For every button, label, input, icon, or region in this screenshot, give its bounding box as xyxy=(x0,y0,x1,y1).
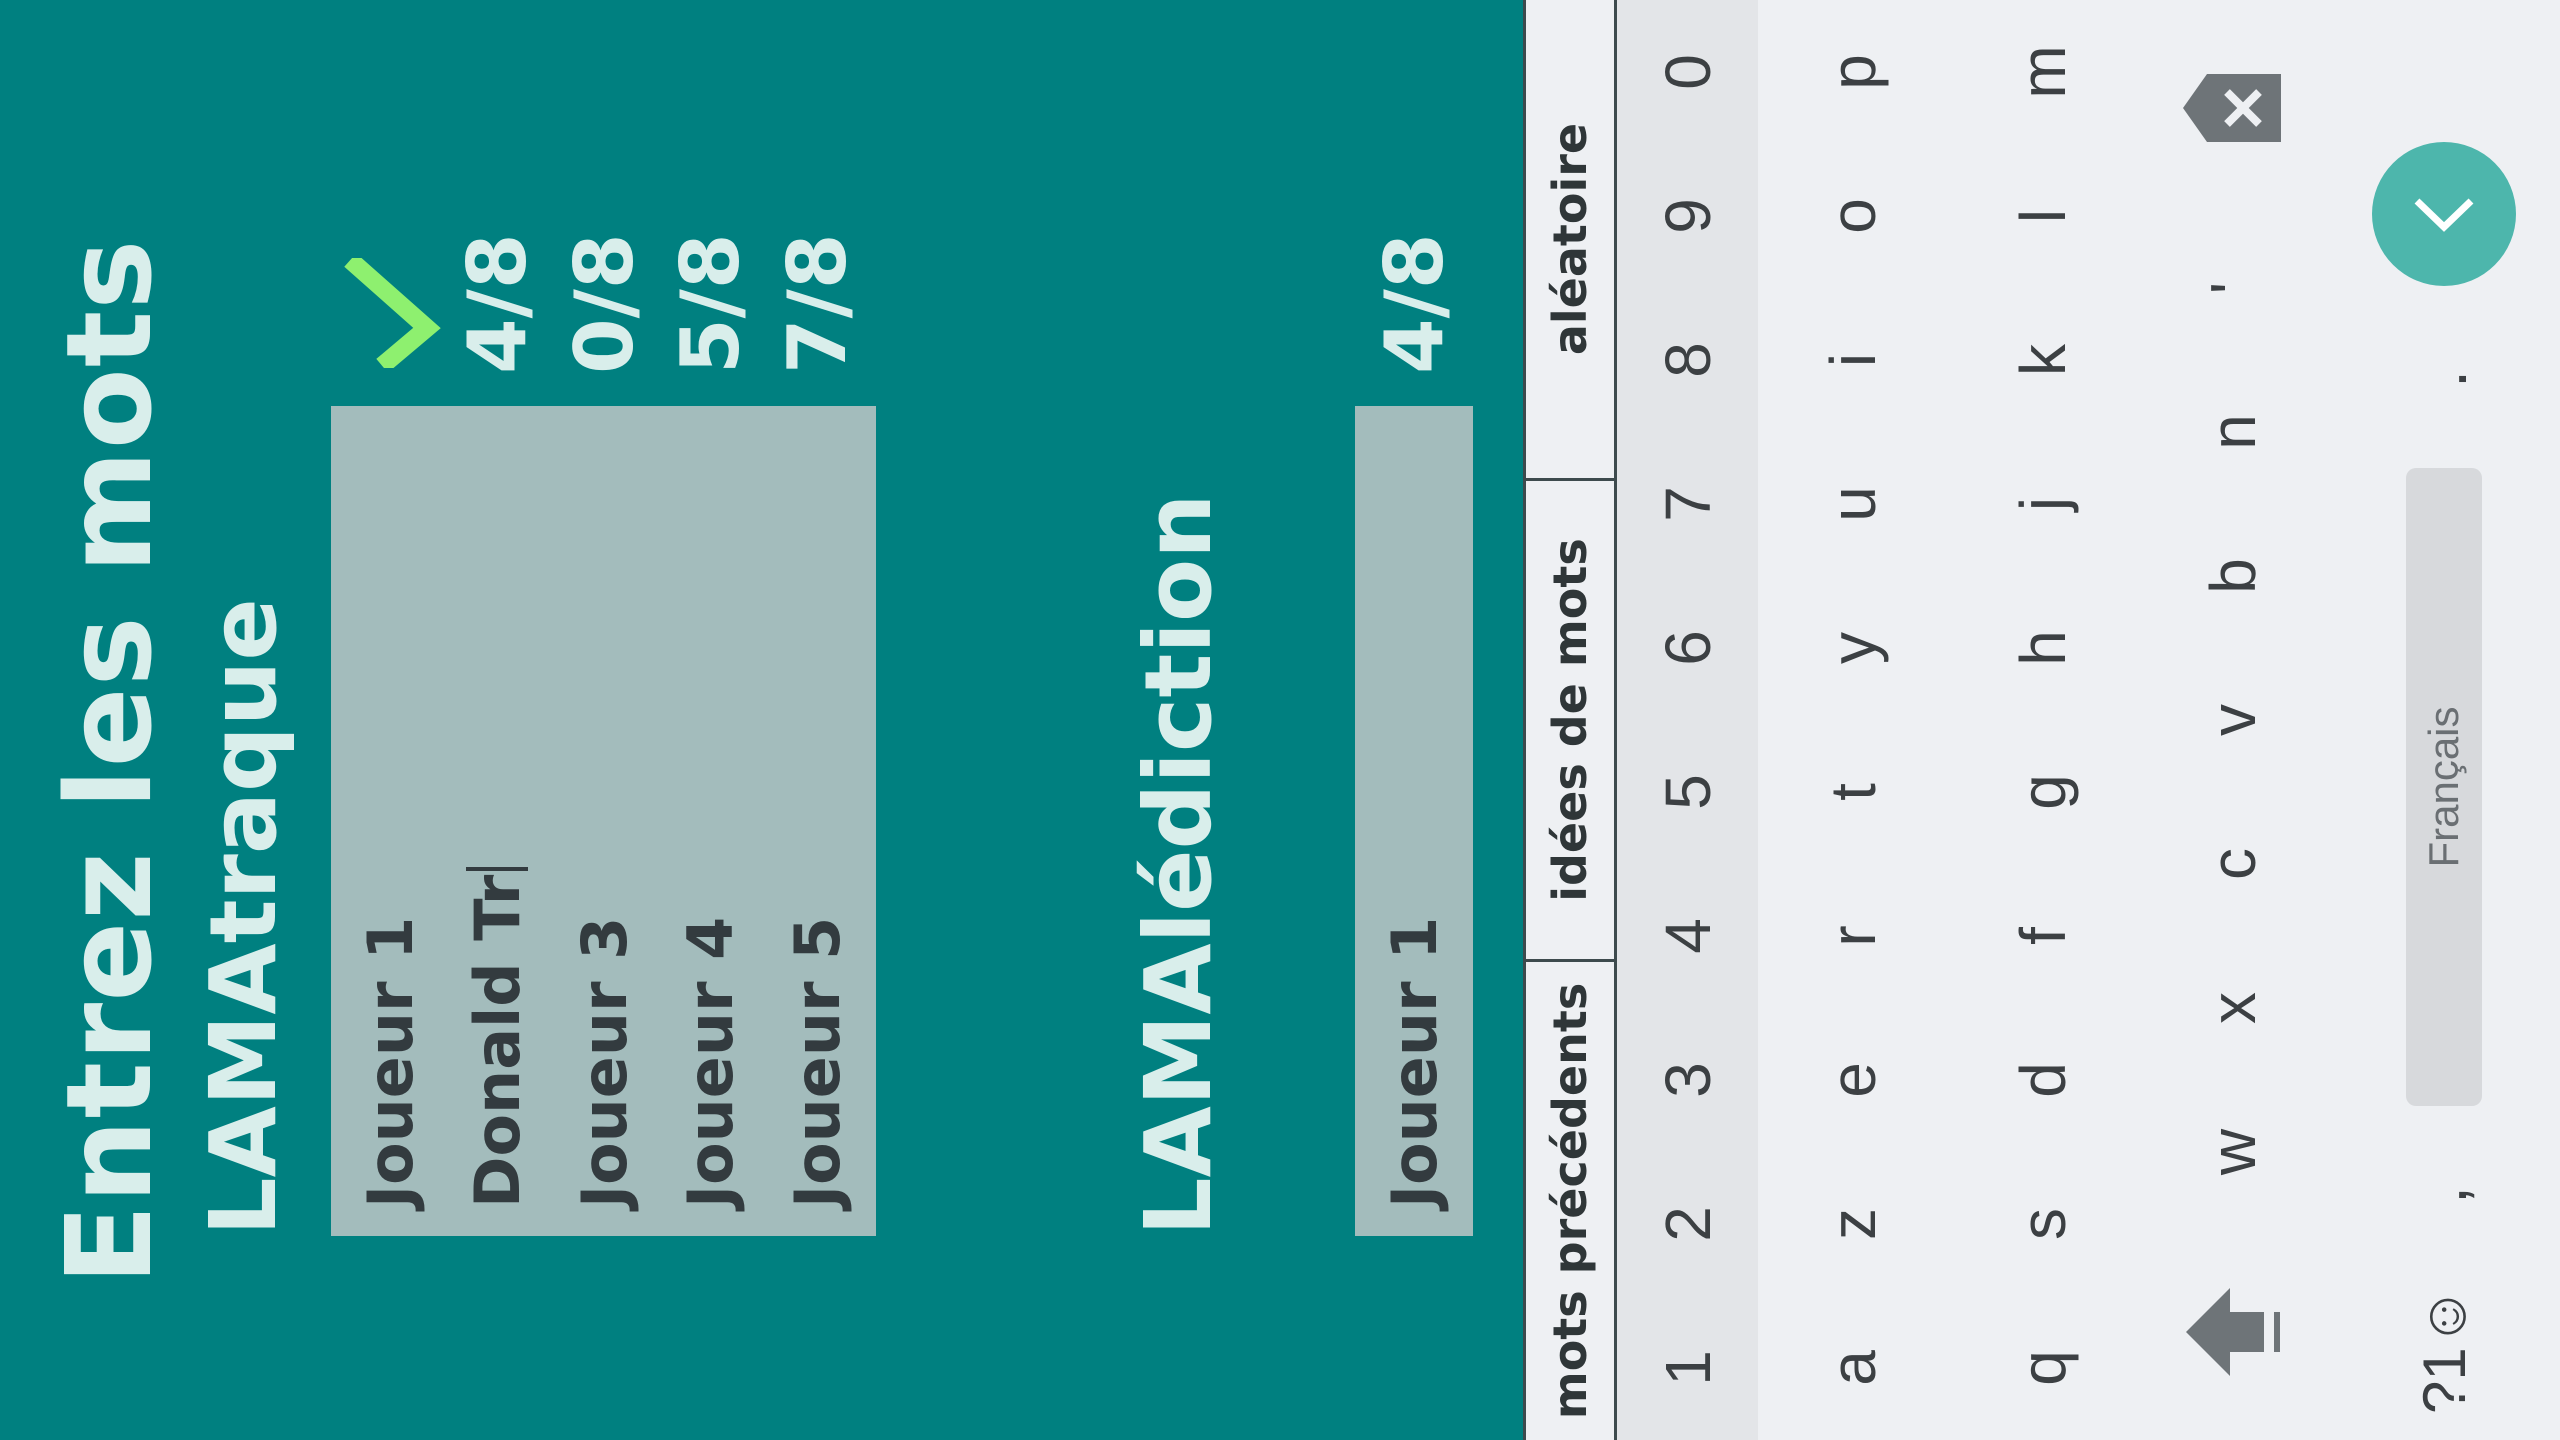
text-caret xyxy=(466,866,528,871)
key-l[interactable]: l xyxy=(1948,144,2138,288)
backspace-icon xyxy=(2183,74,2281,142)
player-word-value: Joueur 3 xyxy=(567,916,641,1208)
backspace-key[interactable] xyxy=(2138,0,2328,216)
keyboard-row-2: q s d f g h j k l m xyxy=(1948,0,2138,1440)
key-v[interactable]: v xyxy=(2138,648,2328,792)
key-z[interactable]: z xyxy=(1758,1152,1948,1296)
player-word-value: Joueur 1 xyxy=(1377,916,1451,1208)
key-comma[interactable]: , xyxy=(2328,1130,2560,1260)
key-o[interactable]: o xyxy=(1758,144,1948,288)
key-q[interactable]: q xyxy=(1948,1296,2138,1440)
key-u[interactable]: u xyxy=(1758,432,1948,576)
key-4[interactable]: 4 xyxy=(1617,864,1758,1008)
key-x[interactable]: x xyxy=(2138,936,2328,1080)
key-c[interactable]: c xyxy=(2138,792,2328,936)
key-n[interactable]: n xyxy=(2138,360,2328,504)
app-screen: Entrez les mots LAMAtraque Joueur 1 Dona… xyxy=(0,0,1523,1440)
key-period[interactable]: . xyxy=(2328,314,2560,444)
key-9[interactable]: 9 xyxy=(1617,144,1758,288)
symbols-key[interactable]: ?1☺ xyxy=(2328,1260,2560,1440)
key-0[interactable]: 0 xyxy=(1617,0,1758,144)
player-row: Donald Tr 4/8 xyxy=(438,136,556,1236)
keyboard: 1 2 3 4 5 6 7 8 9 0 a z e r t y u i o p … xyxy=(1617,0,2560,1440)
key-m[interactable]: m xyxy=(1948,0,2138,144)
player-word-value: Joueur 5 xyxy=(780,916,854,1208)
key-3[interactable]: 3 xyxy=(1617,1008,1758,1152)
key-r[interactable]: r xyxy=(1758,864,1948,1008)
key-6[interactable]: 6 xyxy=(1617,576,1758,720)
key-5[interactable]: 5 xyxy=(1617,720,1758,864)
key-p[interactable]: p xyxy=(1758,0,1948,144)
player-row: Joueur 3 0/8 xyxy=(545,136,663,1236)
space-key[interactable]: Français xyxy=(2406,468,2482,1106)
key-e[interactable]: e xyxy=(1758,1008,1948,1152)
player-word-input-active[interactable]: Donald Tr xyxy=(438,406,556,1236)
key-7[interactable]: 7 xyxy=(1617,432,1758,576)
keyboard-row-3: w x c v b n ' xyxy=(2138,0,2328,1440)
player-score: 4/8 xyxy=(1367,233,1461,374)
player-score: 0/8 xyxy=(557,233,651,374)
key-2[interactable]: 2 xyxy=(1617,1152,1758,1296)
section-title-lamatraque: LAMAtraque xyxy=(190,598,297,1236)
player-word-value: Donald Tr xyxy=(460,874,534,1208)
key-j[interactable]: j xyxy=(1948,432,2138,576)
player-word-input[interactable]: Joueur 3 xyxy=(545,406,663,1236)
keyboard-number-row: 1 2 3 4 5 6 7 8 9 0 xyxy=(1617,0,1758,1440)
player-row: Joueur 5 7/8 xyxy=(758,136,876,1236)
key-f[interactable]: f xyxy=(1948,864,2138,1008)
page-title: Entrez les mots xyxy=(40,238,178,1285)
shift-arrow-icon xyxy=(2186,1288,2280,1376)
player-word-input[interactable]: Joueur 4 xyxy=(651,406,769,1236)
key-b[interactable]: b xyxy=(2138,504,2328,648)
key-a[interactable]: a xyxy=(1758,1296,1948,1440)
player-word-value: Joueur 1 xyxy=(353,916,427,1208)
player-score: 7/8 xyxy=(770,233,864,374)
key-y[interactable]: y xyxy=(1758,576,1948,720)
player-score: 4/8 xyxy=(450,233,544,374)
key-apostrophe[interactable]: ' xyxy=(2138,216,2328,360)
player-word-input[interactable]: Joueur 1 xyxy=(331,406,449,1236)
key-w[interactable]: w xyxy=(2138,1080,2328,1224)
player-row: Joueur 1 xyxy=(331,136,449,1236)
suggestion-word-ideas[interactable]: idées de mots xyxy=(1526,478,1614,959)
keyboard-row-4: ?1☺ , Français . xyxy=(2328,0,2560,1440)
suggestion-strip: mots précédents idées de mots aléatoire xyxy=(1523,0,1617,1440)
suggestion-random[interactable]: aléatoire xyxy=(1526,0,1614,478)
player-score: 5/8 xyxy=(663,233,757,374)
key-i[interactable]: i xyxy=(1758,288,1948,432)
key-g[interactable]: g xyxy=(1948,720,2138,864)
key-d[interactable]: d xyxy=(1948,1008,2138,1152)
key-h[interactable]: h xyxy=(1948,576,2138,720)
keyboard-row-1: a z e r t y u i o p xyxy=(1758,0,1948,1440)
key-1[interactable]: 1 xyxy=(1617,1296,1758,1440)
check-icon xyxy=(344,258,441,368)
player-word-value: Joueur 4 xyxy=(673,916,747,1208)
shift-key[interactable] xyxy=(2138,1224,2328,1440)
key-s[interactable]: s xyxy=(1948,1152,2138,1296)
player-word-input[interactable]: Joueur 5 xyxy=(758,406,876,1236)
key-8[interactable]: 8 xyxy=(1617,288,1758,432)
enter-key[interactable] xyxy=(2372,142,2516,286)
section-title-lamalediction: LAMAlédiction xyxy=(1125,493,1232,1236)
suggestion-previous-words[interactable]: mots précédents xyxy=(1526,959,1614,1440)
back-arrow-icon xyxy=(2414,198,2474,232)
key-k[interactable]: k xyxy=(1948,288,2138,432)
enter-key-wrap xyxy=(2328,114,2560,314)
player-row: Joueur 4 5/8 xyxy=(651,136,769,1236)
key-t[interactable]: t xyxy=(1758,720,1948,864)
player-word-input[interactable]: Joueur 1 xyxy=(1355,406,1473,1236)
player-row: Joueur 1 4/8 xyxy=(1355,136,1473,1236)
